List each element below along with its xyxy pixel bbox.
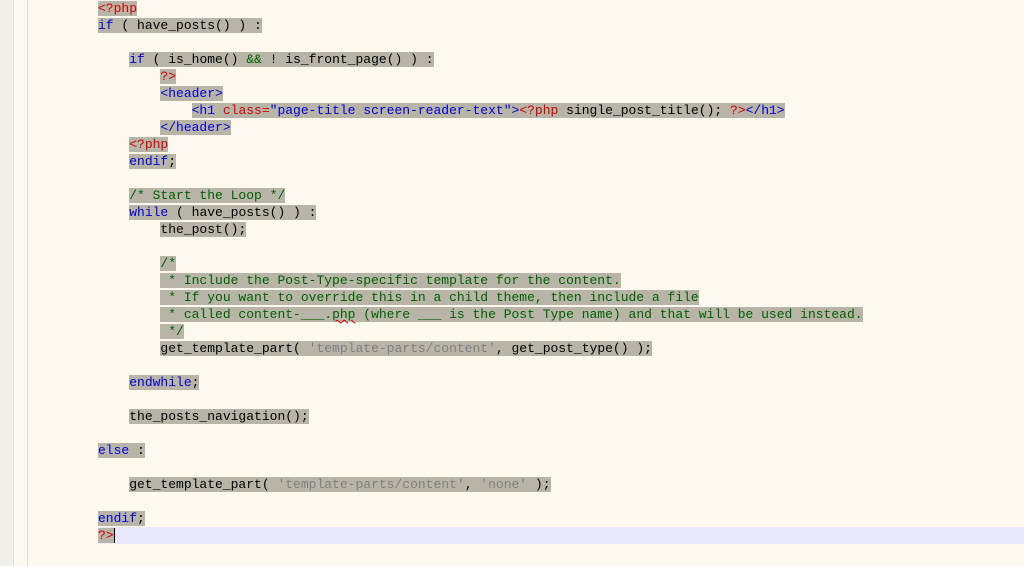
code-line[interactable]: ?> xyxy=(98,68,1024,85)
code-line[interactable]: <h1 class="page-title screen-reader-text… xyxy=(98,102,1024,119)
code-line[interactable]: <?php xyxy=(98,136,1024,153)
code-line[interactable]: <?php xyxy=(98,0,1024,17)
code-line[interactable]: if ( have_posts() ) : xyxy=(98,17,1024,34)
code-line[interactable]: /* Start the Loop */ xyxy=(98,187,1024,204)
code-line[interactable]: if ( is_home() && ! is_front_page() ) : xyxy=(98,51,1024,68)
code-text-area[interactable]: <?php if ( have_posts() ) : if ( is_home… xyxy=(98,0,1024,566)
code-line[interactable] xyxy=(98,459,1024,476)
code-line[interactable]: */ xyxy=(98,323,1024,340)
code-line[interactable]: endwhile; xyxy=(98,374,1024,391)
indent-guide-margin xyxy=(28,0,98,566)
code-line[interactable]: endif; xyxy=(98,510,1024,527)
code-line[interactable]: /* xyxy=(98,255,1024,272)
code-line[interactable]: get_template_part( 'template-parts/conte… xyxy=(98,340,1024,357)
code-line[interactable]: <header> xyxy=(98,85,1024,102)
text-cursor xyxy=(114,528,115,543)
code-line[interactable]: * called content-___.php (where ___ is t… xyxy=(98,306,1024,323)
code-line[interactable]: endif; xyxy=(98,153,1024,170)
code-line[interactable]: the_posts_navigation(); xyxy=(98,408,1024,425)
code-line[interactable]: the_post(); xyxy=(98,221,1024,238)
code-editor[interactable]: <?php if ( have_posts() ) : if ( is_home… xyxy=(0,0,1024,566)
code-line[interactable] xyxy=(98,34,1024,51)
code-line[interactable]: else : xyxy=(98,442,1024,459)
code-line[interactable] xyxy=(98,391,1024,408)
fold-gutter xyxy=(14,0,28,566)
code-line[interactable] xyxy=(98,493,1024,510)
code-line[interactable]: ?> xyxy=(98,527,1024,544)
code-line[interactable]: while ( have_posts() ) : xyxy=(98,204,1024,221)
code-line[interactable] xyxy=(98,238,1024,255)
code-line[interactable]: * Include the Post-Type-specific templat… xyxy=(98,272,1024,289)
code-line[interactable] xyxy=(98,357,1024,374)
code-line[interactable] xyxy=(98,425,1024,442)
code-line[interactable]: * If you want to override this in a chil… xyxy=(98,289,1024,306)
marker-gutter xyxy=(0,0,14,566)
code-line[interactable]: get_template_part( 'template-parts/conte… xyxy=(98,476,1024,493)
code-line[interactable] xyxy=(98,170,1024,187)
code-line[interactable]: </header> xyxy=(98,119,1024,136)
